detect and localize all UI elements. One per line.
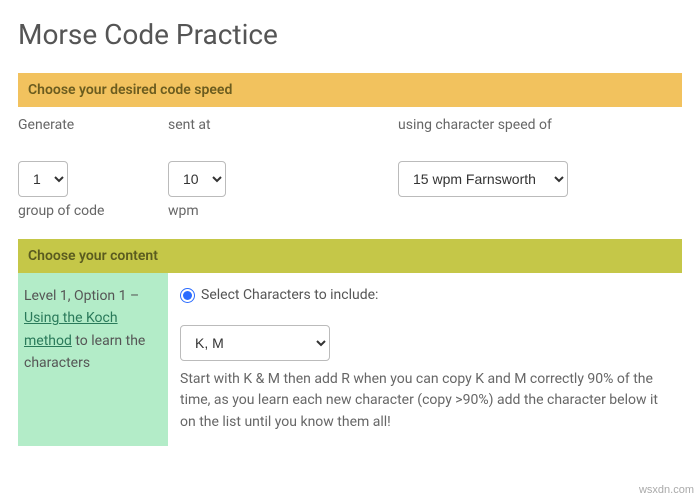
page-title: Morse Code Practice: [18, 18, 682, 51]
wpm-sub-label: wpm: [168, 203, 398, 219]
group-sub-label: group of code: [18, 203, 168, 219]
content-row: Level 1, Option 1 – Using the Koch metho…: [18, 273, 682, 446]
select-characters-radio[interactable]: [180, 288, 195, 303]
sent-at-label: sent at: [168, 117, 398, 133]
watermark: wsxdn.com: [639, 484, 694, 496]
group-count-select[interactable]: 1: [18, 161, 68, 197]
content-section-header: Choose your content: [18, 239, 682, 273]
generate-label: Generate: [18, 117, 168, 133]
speed-row: Generate 1 group of code sent at 10 wpm …: [18, 107, 682, 239]
speed-section-header: Choose your desired code speed: [18, 73, 682, 107]
level-option-prefix: Level 1, Option 1 –: [24, 288, 139, 304]
charspeed-label: using character speed of: [398, 117, 682, 133]
wpm-select[interactable]: 10: [168, 161, 226, 197]
koch-description: Start with K & M then add R when you can…: [180, 369, 676, 434]
koch-method-panel: Level 1, Option 1 – Using the Koch metho…: [18, 273, 168, 446]
characters-select[interactable]: K, M: [180, 325, 330, 361]
character-select-panel: Select Characters to include: K, M Start…: [168, 273, 682, 446]
charspeed-select[interactable]: 15 wpm Farnsworth: [398, 161, 568, 197]
select-characters-label: Select Characters to include:: [201, 285, 378, 307]
